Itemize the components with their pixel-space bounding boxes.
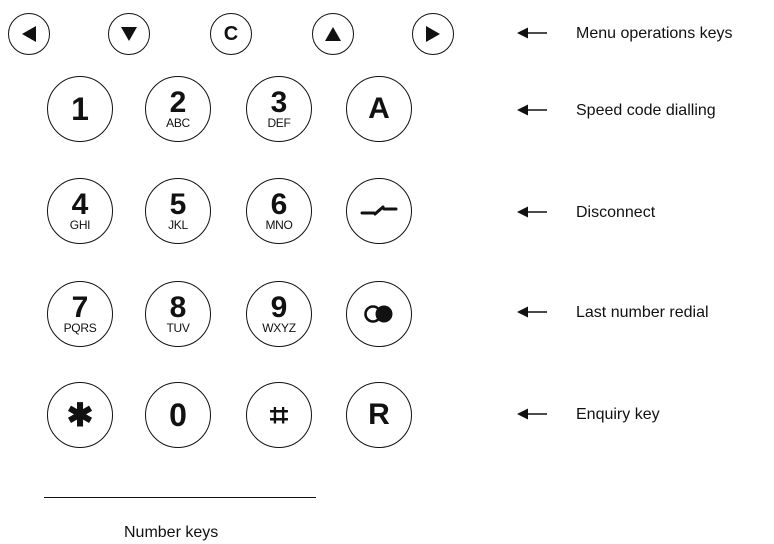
key-letters: ABC [166, 115, 190, 130]
key-letters: PQRS [63, 320, 97, 335]
key-letters: DEF [267, 115, 291, 130]
key-5[interactable]: 5 JKL [145, 178, 211, 244]
key-digit: 0 [169, 397, 187, 433]
caption-number-keys: Number keys [124, 524, 219, 541]
key-digit: 4 [71, 187, 89, 221]
key-label: A [368, 92, 390, 125]
triangle-up-icon [325, 27, 341, 41]
clear-key-label: C [223, 23, 239, 45]
key-star[interactable]: ✱ [47, 382, 113, 448]
key-digit: 7 [71, 290, 89, 324]
menu-up-key[interactable] [312, 13, 354, 55]
key-4[interactable]: 4 GHI [47, 178, 113, 244]
key-letters: WXYZ [262, 320, 296, 335]
key-1[interactable]: 1 [47, 76, 113, 142]
key-letters: MNO [265, 217, 293, 232]
disconnect-icon [360, 205, 398, 216]
caption-divider [44, 497, 316, 499]
arrow-left-icon [517, 27, 547, 39]
key-label: R [368, 398, 390, 431]
key-letters: GHI [69, 217, 91, 232]
key-a[interactable]: A [346, 76, 412, 142]
menu-down-key[interactable] [108, 13, 150, 55]
label-redial: Last number redial [576, 304, 709, 321]
key-digit: 2 [169, 85, 187, 119]
asterisk-icon: ✱ [66, 397, 94, 433]
arrow-left-icon [517, 206, 547, 218]
arrow-left-icon [517, 306, 547, 318]
key-digit: 5 [169, 187, 187, 221]
menu-right-key[interactable] [412, 13, 454, 55]
key-6[interactable]: 6 MNO [246, 178, 312, 244]
key-3[interactable]: 3 DEF [246, 76, 312, 142]
key-disconnect[interactable] [346, 178, 412, 244]
key-digit: 8 [169, 290, 187, 324]
triangle-down-icon [121, 27, 137, 41]
triangle-left-icon [22, 26, 36, 42]
triangle-right-icon [426, 26, 440, 42]
redial-icon [364, 305, 393, 323]
key-digit: 9 [270, 290, 288, 324]
key-redial[interactable] [346, 281, 412, 347]
key-digit: 1 [71, 91, 89, 127]
key-7[interactable]: 7 PQRS [47, 281, 113, 347]
arrow-left-icon [517, 104, 547, 116]
arrow-left-icon [517, 408, 547, 420]
label-speed-code: Speed code dialling [576, 102, 716, 119]
label-menu-operations: Menu operations keys [576, 25, 733, 42]
menu-left-key[interactable] [8, 13, 50, 55]
menu-clear-key[interactable]: C [210, 13, 252, 55]
key-digit: 6 [270, 187, 288, 221]
key-digit: 3 [270, 85, 288, 119]
key-8[interactable]: 8 TUV [145, 281, 211, 347]
key-hash[interactable]: ⌗ [246, 382, 312, 448]
key-letters: TUV [166, 320, 190, 335]
key-9[interactable]: 9 WXYZ [246, 281, 312, 347]
key-0[interactable]: 0 [145, 382, 211, 448]
hash-icon: ⌗ [269, 397, 289, 433]
label-enquiry: Enquiry key [576, 406, 660, 423]
label-disconnect: Disconnect [576, 204, 656, 221]
key-letters: JKL [168, 217, 188, 232]
key-r[interactable]: R [346, 382, 412, 448]
key-2[interactable]: 2 ABC [145, 76, 211, 142]
